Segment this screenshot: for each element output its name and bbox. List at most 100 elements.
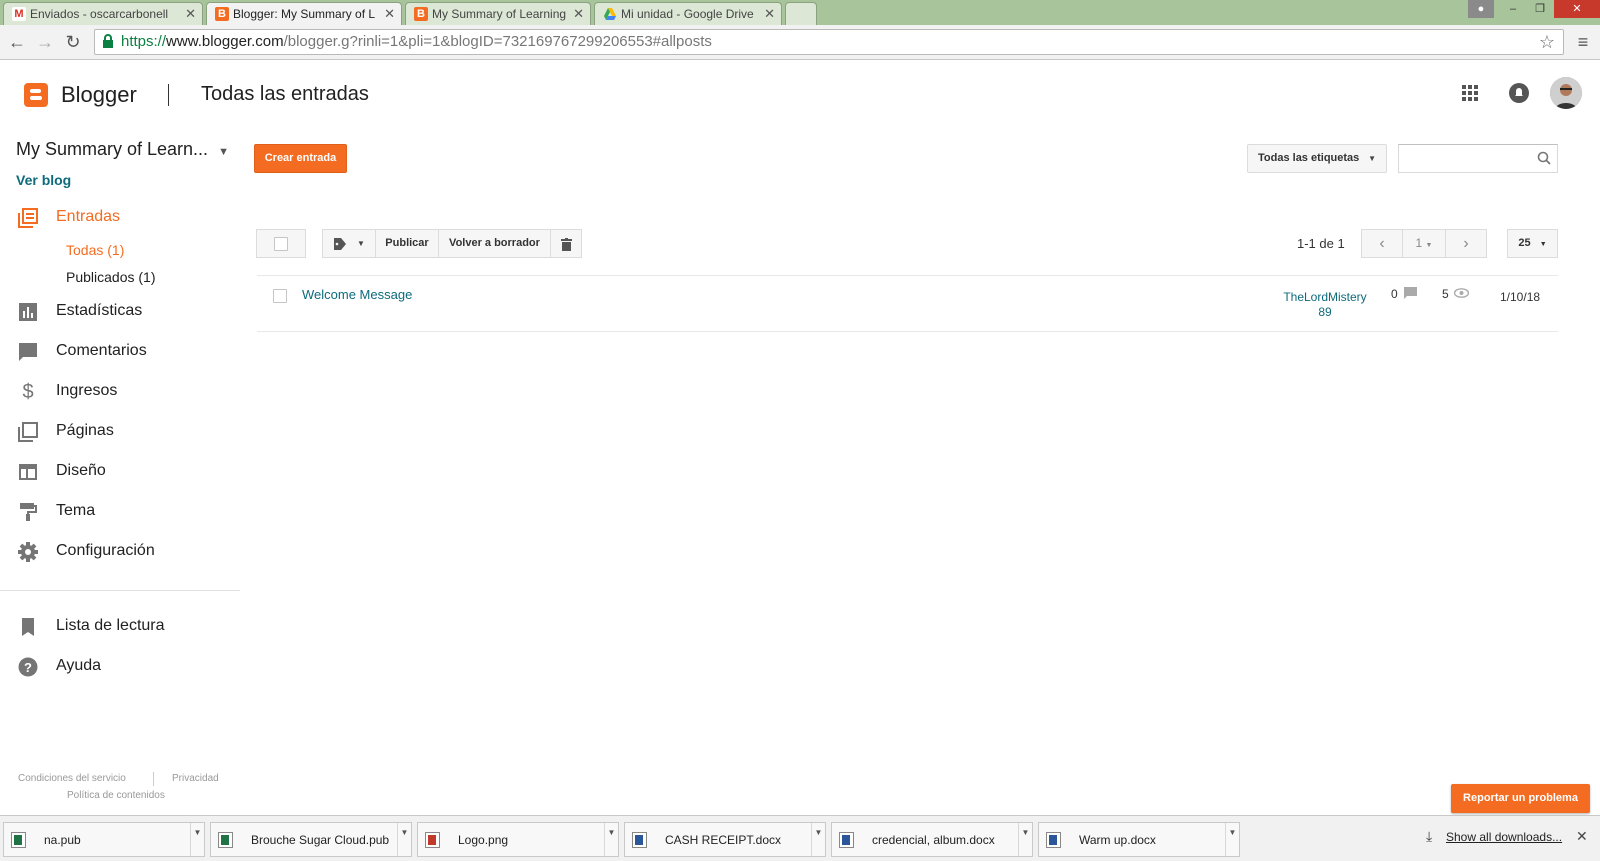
sidebar-item-layout[interactable]: Diseño [0, 458, 240, 488]
downloads-shelf: na.pub ▼ Brouche Sugar Cloud.pub ▼ Logo.… [0, 815, 1600, 861]
tab-title: Mi unidad - Google Drive [621, 7, 754, 21]
reload-button[interactable]: ↻ [62, 31, 84, 53]
forward-button[interactable]: → [34, 31, 56, 53]
blog-selector[interactable]: My Summary of Learn... ▼ [16, 139, 229, 160]
next-page-button[interactable]: › [1445, 229, 1487, 258]
page-title: Todas las entradas [201, 83, 369, 105]
tab-blog-view[interactable]: B My Summary of Learning ✕ [405, 2, 591, 25]
restore-button[interactable]: ❐ [1527, 0, 1553, 18]
layout-icon [19, 464, 37, 480]
sidebar-item-help[interactable]: ? Ayuda [0, 653, 240, 683]
select-all-checkbox-button[interactable] [256, 229, 306, 258]
download-item[interactable]: credencial, album.docx ▼ [831, 822, 1033, 857]
close-icon[interactable]: ✕ [573, 6, 584, 22]
revert-to-draft-button[interactable]: Volver a borrador [438, 229, 551, 258]
apps-grid-icon[interactable] [1461, 84, 1479, 102]
download-filename: CASH RECEIPT.docx [665, 833, 782, 847]
new-post-button[interactable]: Crear entrada [254, 144, 347, 173]
publisher-file-icon [218, 832, 233, 848]
show-all-downloads-link[interactable]: Show all downloads... [1446, 830, 1562, 844]
download-item[interactable]: Logo.png ▼ [417, 822, 619, 857]
avatar[interactable] [1550, 77, 1582, 109]
chevron-down-icon[interactable]: ▼ [1225, 823, 1239, 856]
image-file-icon [425, 832, 440, 848]
tab-title: Blogger: My Summary of L [233, 7, 376, 21]
sidebar-item-reading-list[interactable]: Lista de lectura [0, 613, 240, 643]
footer-content-policy-link[interactable]: Política de contenidos [67, 790, 165, 801]
lock-icon [103, 34, 113, 48]
close-icon[interactable]: ✕ [1576, 828, 1588, 845]
notifications-bell-icon[interactable] [1509, 83, 1529, 103]
comment-count: 0 [1391, 287, 1398, 301]
chrome-menu-icon[interactable]: ≡ [1572, 31, 1594, 53]
view-blog-link[interactable]: Ver blog [16, 172, 71, 188]
sidebar-subitem-all[interactable]: Todas (1) [66, 242, 124, 258]
sidebar-subitem-published[interactable]: Publicados (1) [66, 269, 156, 285]
chevron-down-icon[interactable]: ▼ [604, 823, 618, 856]
download-filename: Warm up.docx [1079, 833, 1156, 847]
brand-name[interactable]: Blogger [61, 82, 137, 108]
labels-button[interactable]: ▼ [322, 229, 376, 258]
close-icon[interactable]: ✕ [384, 6, 395, 22]
dollar-icon: $ [22, 381, 34, 403]
post-title-link[interactable]: Welcome Message [302, 287, 412, 302]
select-all-checkbox[interactable] [274, 237, 288, 251]
tab-gmail[interactable]: M Enviados - oscarcarbonell ✕ [3, 2, 203, 25]
sidebar-item-label: Entradas [56, 208, 121, 225]
delete-button[interactable] [550, 229, 582, 258]
download-arrow-icon: ⤓ [1426, 828, 1433, 844]
trash-icon [561, 238, 572, 251]
tab-title: My Summary of Learning [432, 7, 567, 21]
sidebar-item-label: Ingresos [56, 382, 118, 399]
publish-button[interactable]: Publicar [375, 229, 439, 258]
download-item[interactable]: Warm up.docx ▼ [1038, 822, 1240, 857]
per-page-value: 25 [1518, 237, 1531, 249]
bookmark-star-icon[interactable]: ☆ [1539, 30, 1555, 54]
download-item[interactable]: CASH RECEIPT.docx ▼ [624, 822, 826, 857]
search-icon[interactable] [1537, 151, 1551, 165]
chevron-down-icon[interactable]: ▼ [190, 823, 204, 856]
close-icon[interactable]: ✕ [185, 6, 196, 22]
post-author-name-suffix: 89 [1318, 305, 1332, 319]
prev-page-button[interactable]: ‹ [1361, 229, 1403, 258]
chevron-down-icon[interactable]: ▼ [1018, 823, 1032, 856]
sidebar-item-earnings[interactable]: $ Ingresos [0, 378, 240, 408]
per-page-select[interactable]: 25 ▼ [1507, 229, 1558, 258]
sidebar-item-comments[interactable]: Comentarios [0, 338, 240, 368]
dropdown-caret-icon: ▼ [1368, 154, 1376, 163]
minimize-button[interactable]: ‒ [1500, 0, 1526, 18]
browser-toolbar: ← → ↻ https://www.blogger.com/blogger.g?… [0, 25, 1600, 60]
download-item[interactable]: Brouche Sugar Cloud.pub ▼ [210, 822, 412, 857]
word-file-icon [632, 832, 647, 848]
chevron-down-icon[interactable]: ▼ [811, 823, 825, 856]
new-tab-button[interactable] [785, 2, 817, 25]
chevron-down-icon[interactable]: ▼ [397, 823, 411, 856]
footer-privacy-link[interactable]: Privacidad [172, 773, 219, 784]
footer-terms-link[interactable]: Condiciones del servicio [18, 773, 126, 784]
close-icon[interactable]: ✕ [764, 6, 775, 22]
address-bar[interactable]: https://www.blogger.com/blogger.g?rinli=… [94, 29, 1564, 55]
sidebar-item-pages[interactable]: Páginas [0, 418, 240, 448]
user-profile-icon[interactable]: ● [1468, 0, 1494, 18]
sidebar-item-stats[interactable]: Estadísticas [0, 298, 240, 328]
gmail-icon: M [12, 7, 26, 21]
report-problem-button[interactable]: Reportar un problema [1451, 784, 1590, 813]
back-button[interactable]: ← [6, 31, 28, 53]
sidebar-item-settings[interactable]: Configuración [0, 538, 240, 568]
download-item[interactable]: na.pub ▼ [3, 822, 205, 857]
post-checkbox[interactable] [273, 289, 287, 303]
sidebar-item-theme[interactable]: Tema [0, 498, 240, 528]
tab-google-drive[interactable]: Mi unidad - Google Drive ✕ [594, 2, 782, 25]
window-close-button[interactable]: ✕ [1554, 0, 1600, 18]
tab-blogger-dashboard[interactable]: B Blogger: My Summary of L ✕ [206, 2, 402, 25]
labels-filter-dropdown[interactable]: Todas las etiquetas ▼ [1247, 144, 1387, 173]
page-select[interactable]: 1 ▼ [1402, 229, 1446, 258]
post-author-link[interactable]: TheLordMistery 89 [1270, 290, 1380, 320]
blogger-icon: B [215, 7, 229, 21]
stats-icon [19, 303, 37, 321]
sidebar-item-posts[interactable]: Entradas [0, 204, 240, 234]
search-input[interactable] [1398, 144, 1558, 173]
header-divider [168, 84, 169, 106]
comment-icon [19, 343, 37, 361]
blogger-logo-icon[interactable] [24, 83, 48, 107]
